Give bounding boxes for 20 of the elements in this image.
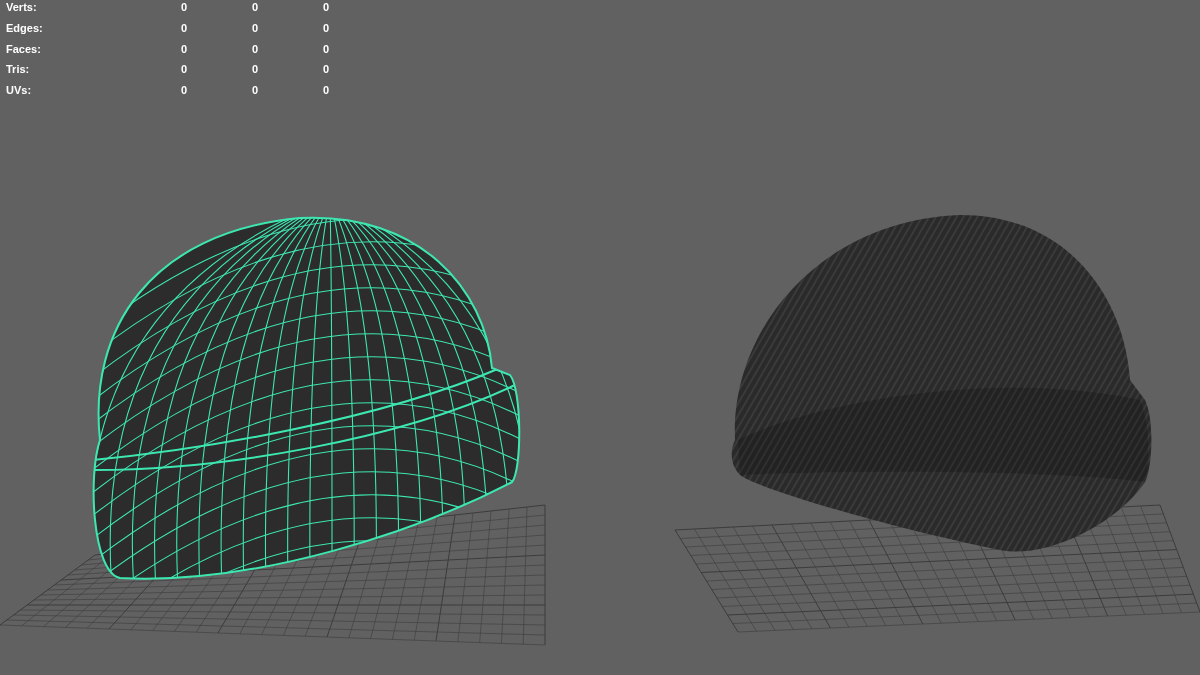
stat-value: 0 (179, 21, 187, 35)
stat-value: 0 (250, 63, 258, 77)
stat-value: 0 (250, 42, 258, 56)
stat-value: 0 (321, 42, 329, 56)
stat-value: 0 (321, 84, 329, 98)
stat-label: Edges: (6, 21, 44, 35)
stat-value: 0 (179, 63, 187, 77)
stat-value: 0 (321, 21, 329, 35)
stat-value: 0 (179, 1, 187, 14)
stat-label: Tris: (6, 63, 31, 77)
stat-value: 0 (321, 1, 329, 14)
stat-label: Faces: (6, 42, 42, 56)
stat-value: 0 (321, 63, 329, 77)
stat-label: Verts: (6, 1, 38, 14)
stat-label: UVs: (6, 84, 33, 98)
stat-value: 0 (250, 21, 258, 35)
stat-value: 0 (250, 84, 258, 98)
stat-value: 0 (179, 42, 187, 56)
stat-value: 0 (250, 1, 258, 14)
stat-value: 0 (179, 84, 187, 98)
